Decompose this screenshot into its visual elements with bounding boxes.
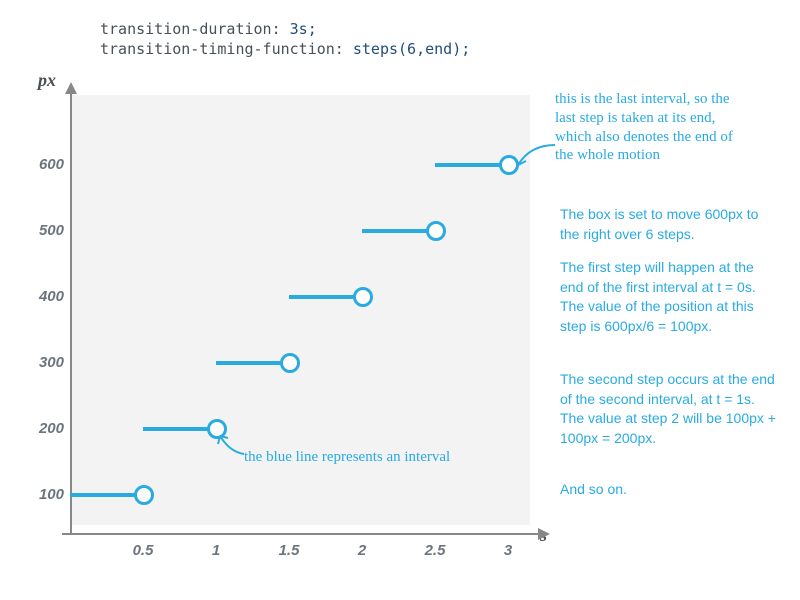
side-paragraph-1: The box is set to move 600px to the righ… — [560, 205, 780, 244]
x-tick: 3 — [488, 542, 528, 559]
y-tick: 400 — [24, 288, 64, 305]
y-tick: 600 — [24, 156, 64, 173]
annotation-mid: the blue line represents an interval — [244, 448, 450, 467]
x-tick: 2.5 — [415, 542, 455, 559]
code-val-2: steps(6,end); — [344, 40, 470, 58]
code-key-2: transition-timing-function: — [100, 40, 344, 58]
y-axis-label: px — [38, 70, 56, 91]
step-end-marker — [426, 221, 446, 241]
x-tick: 2 — [342, 542, 382, 559]
y-axis — [70, 90, 72, 535]
step-end-marker — [499, 155, 519, 175]
step-interval — [70, 493, 143, 497]
step-interval — [289, 295, 362, 299]
code-snippet: transition-duration: 3s; transition-timi… — [100, 20, 470, 59]
step-interval — [435, 163, 508, 167]
step-end-marker — [207, 419, 227, 439]
step-end-marker — [353, 287, 373, 307]
y-tick: 100 — [24, 486, 64, 503]
step-interval — [143, 427, 216, 431]
step-interval — [362, 229, 435, 233]
step-interval — [216, 361, 289, 365]
x-tick: 0.5 — [123, 542, 163, 559]
code-val-1: 3s; — [281, 20, 317, 38]
y-axis-arrow-icon — [65, 82, 77, 94]
side-paragraph-2: The first step will happen at the end of… — [560, 258, 780, 336]
annotation-top: this is the last interval, so the last s… — [555, 90, 785, 165]
step-end-marker — [134, 485, 154, 505]
y-tick: 200 — [24, 420, 64, 437]
side-paragraph-4: And so on. — [560, 480, 780, 500]
y-tick: 300 — [24, 354, 64, 371]
x-tick: 1.5 — [269, 542, 309, 559]
code-key-1: transition-duration: — [100, 20, 281, 38]
side-paragraph-3: The second step occurs at the end of the… — [560, 370, 780, 448]
x-tick: 1 — [196, 542, 236, 559]
step-end-marker — [280, 353, 300, 373]
y-tick: 500 — [24, 222, 64, 239]
x-axis-arrow-icon — [538, 528, 550, 540]
x-axis — [62, 533, 540, 535]
